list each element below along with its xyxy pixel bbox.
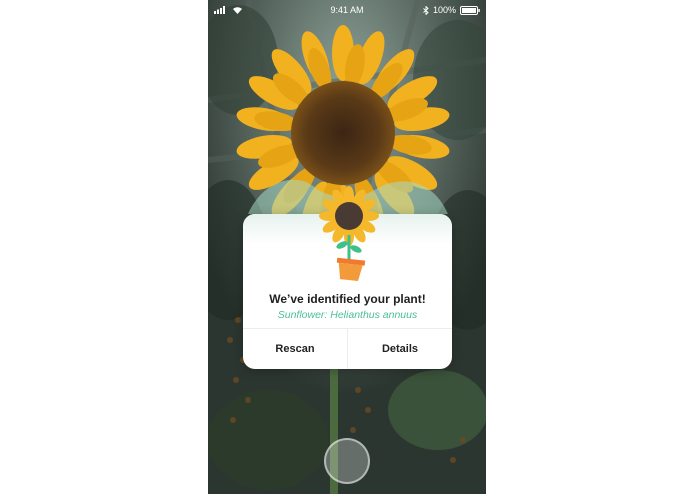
status-time: 9:41 AM — [330, 5, 364, 15]
camera-shutter-button[interactable] — [324, 438, 370, 484]
potted-sunflower-icon — [319, 186, 379, 281]
details-button[interactable]: Details — [348, 329, 452, 369]
phone-screen: 100% 9:41 AM We’ve identified your plant… — [208, 0, 486, 494]
plant-name: Sunflower: Helianthus annuus — [277, 309, 418, 321]
result-title: We’ve identified your plant! — [269, 292, 426, 306]
rescan-button[interactable]: Rescan — [243, 329, 347, 369]
